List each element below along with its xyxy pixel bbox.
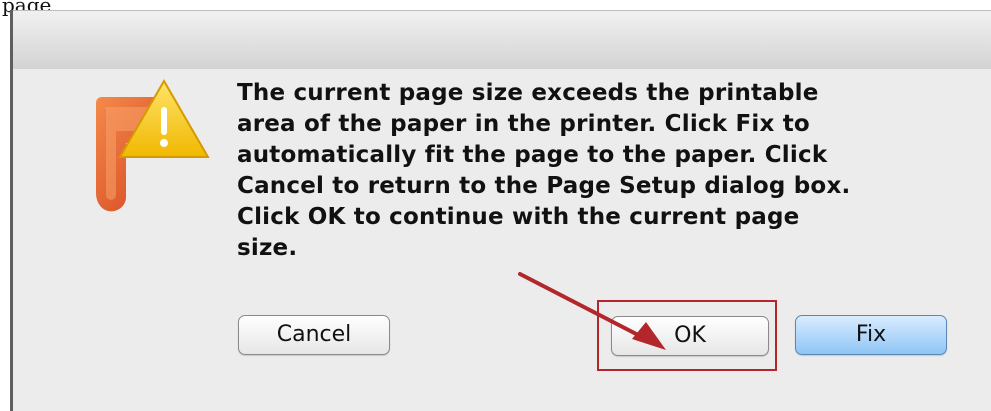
fix-button[interactable]: Fix bbox=[795, 315, 947, 355]
ok-highlight-box bbox=[597, 300, 777, 371]
dialog-titlebar bbox=[13, 10, 991, 70]
dialog-message: The current page size exceeds the printa… bbox=[237, 80, 851, 261]
cancel-button[interactable]: Cancel bbox=[238, 315, 390, 355]
powerpoint-warning-icon bbox=[96, 79, 210, 212]
